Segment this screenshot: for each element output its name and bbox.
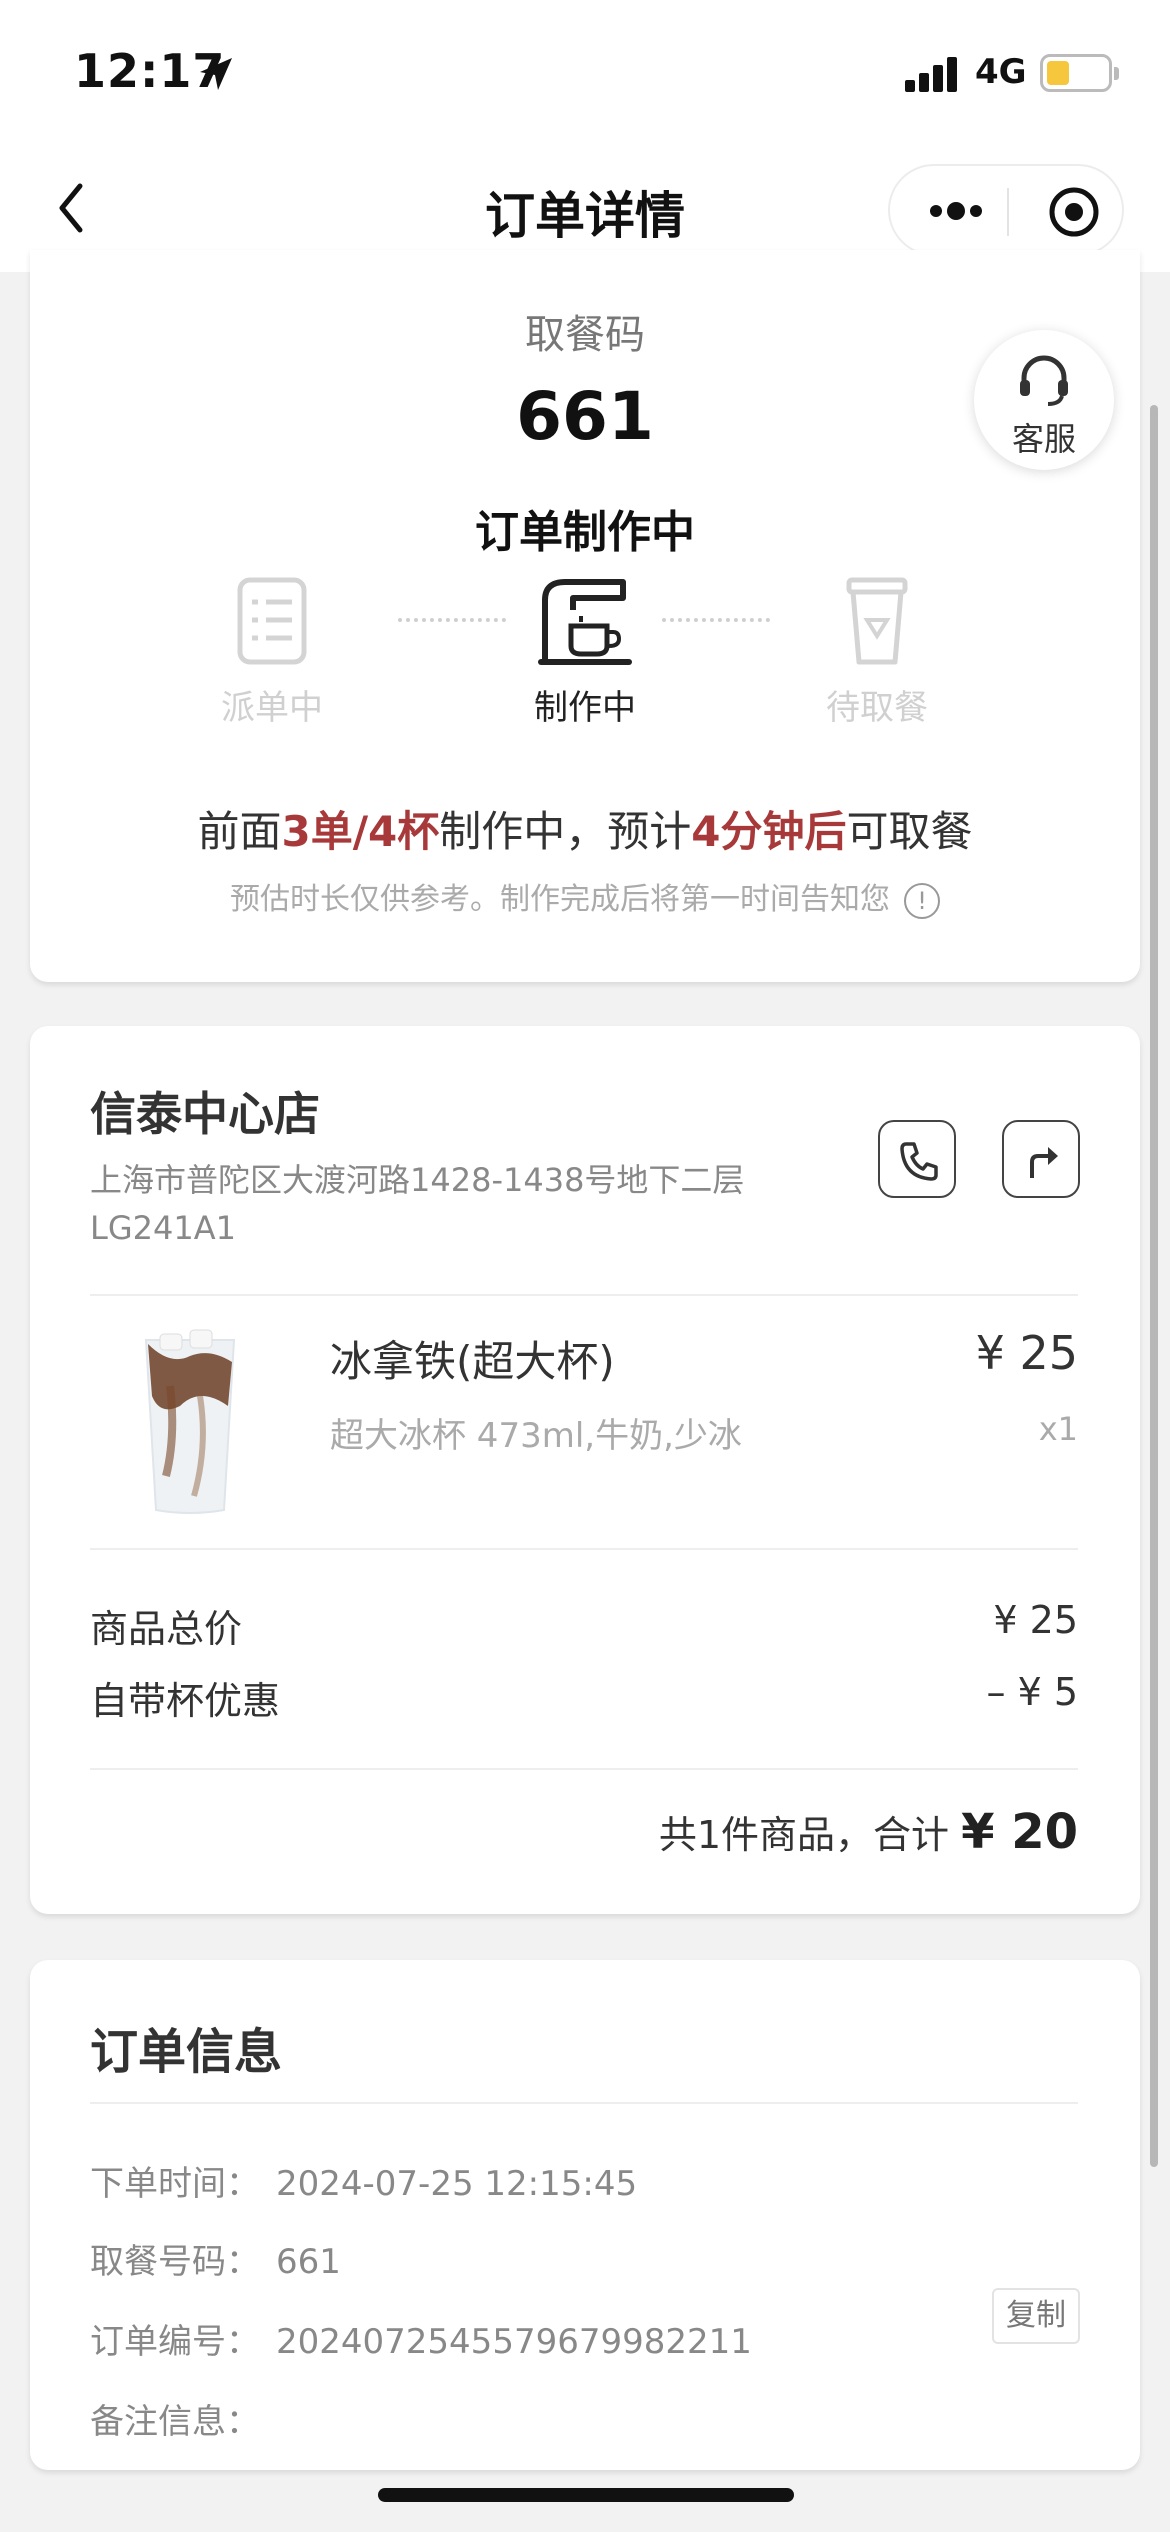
customer-service-button[interactable]: 客服 [974,330,1114,470]
cup-icon [846,577,908,665]
phone-icon [900,1142,938,1181]
direction-icon [1030,1147,1058,1178]
divider [90,1548,1078,1550]
store-address: 上海市普陀区大渡河路1428-1438号地下二层LG241A1 [90,1161,745,1247]
step-label: 派单中 [221,688,323,728]
order-info-card: 订单信息 下单时间： 2024-07-25 12:15:45 取餐号码： 661 订… [30,1960,1140,2470]
row-key: 下单时间： [90,2164,260,2204]
order-status-title: 订单制作中 [475,507,695,558]
step-label: 制作中 [534,688,636,728]
coffee-machine-icon [538,579,632,665]
close-miniprogram-icon[interactable] [1046,184,1102,240]
scrollbar[interactable] [1150,405,1158,2167]
store-order-card: 信泰中心店 上海市普陀区大渡河路1428-1438号地下二层LG241A1 冰拿… [30,1026,1140,1914]
step-making: 制作中 [505,576,665,729]
signal-icon [905,56,965,92]
miniprogram-capsule [888,164,1124,256]
row-key: 订单编号： [90,2322,260,2362]
remarks-row: 备注信息： [90,2394,276,2443]
divider [90,2102,1078,2104]
queue-suffix: 可取餐 [846,807,973,856]
row-key: 取餐号码： [90,2242,260,2282]
order-number-row: 订单编号： 2024072545579679982211 [90,2314,752,2363]
battery-icon [1040,54,1119,92]
discount-value: – ¥ 5 [986,1670,1078,1714]
total-value: ¥ 20 [961,1804,1078,1860]
queue-status: 前面3单/4杯制作中，预计4分钟后可取餐 [30,798,1140,859]
discount-label: 自带杯优惠 [90,1679,281,1723]
step-label: 待取餐 [826,688,928,728]
row-value: 2024-07-25 12:15:45 [276,2164,638,2204]
queue-prefix: 前面 [197,807,282,856]
order-info-title: 订单信息 [90,2024,283,2080]
step-ready-pickup: 待取餐 [797,576,957,729]
divider [90,1768,1078,1770]
pickup-status-card: 取餐码 661 订单制作中 客服 派单中 制作中 待取餐 前面3单/4杯制作中，… [30,250,1140,982]
store-name: 信泰中心店 [90,1087,320,1141]
estimate-note: 预估时长仅供参考。制作完成后将第一时间告知您! [30,874,1140,919]
navigate-store-button[interactable] [1002,1120,1080,1198]
step-connector [662,618,770,622]
item-spec: 超大冰杯 473ml,牛奶,少冰 [330,1416,742,1456]
info-icon[interactable]: ! [904,882,940,919]
row-key: 备注信息： [90,2402,260,2442]
step-dispatching: 派单中 [192,576,352,729]
item-price: ¥ 25 [975,1326,1078,1380]
clipboard-icon [237,577,307,665]
pickup-code-label: 取餐码 [525,312,645,358]
network-type: 4G [975,52,1027,92]
estimate-note-text: 预估时长仅供参考。制作完成后将第一时间告知您 [230,882,890,917]
headset-icon [1020,355,1068,406]
item-name: 冰拿铁(超大杯) [330,1337,615,1386]
iced-latte-image [144,1329,236,1514]
home-indicator[interactable] [378,2488,794,2502]
call-store-button[interactable] [878,1120,956,1198]
step-connector [398,618,506,622]
location-arrow-icon [200,58,232,90]
status-bar: 12:17 4G [0,0,1170,150]
order-total: 共1件商品，合计 ¥ 20 [659,1804,1078,1860]
customer-service-label: 客服 [1011,420,1076,458]
row-value: 661 [276,2242,341,2282]
subtotal-label: 商品总价 [90,1607,243,1651]
more-icon[interactable] [926,186,986,236]
copy-order-number-button[interactable]: 复制 [992,2288,1080,2344]
row-value: 2024072545579679982211 [276,2322,752,2362]
total-prefix: 共1件商品，合计 [658,1813,949,1857]
queue-eta: 4分钟后 [691,807,847,856]
item-quantity: x1 [1038,1410,1078,1448]
pickup-number-row: 取餐号码： 661 [90,2234,341,2283]
divider [90,1294,1078,1296]
queue-middle: 制作中，预计 [439,807,692,856]
subtotal-value: ¥ 25 [993,1598,1078,1642]
order-time-row: 下单时间： 2024-07-25 12:15:45 [90,2156,637,2205]
queue-count: 3单/4杯 [281,807,440,856]
